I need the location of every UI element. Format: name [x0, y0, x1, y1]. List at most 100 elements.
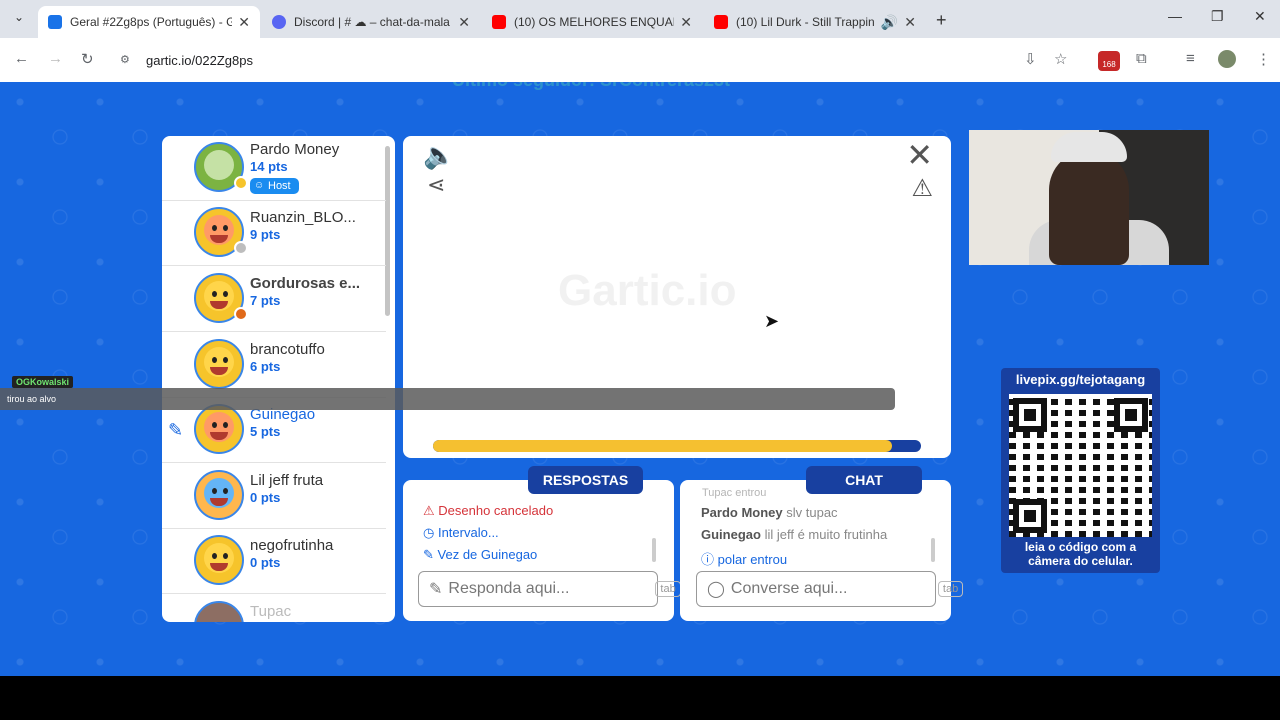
- player-points: 7 pts: [250, 293, 281, 308]
- site-info-icon[interactable]: ⚙: [120, 53, 134, 67]
- drawing-pencil-icon: ✎: [168, 420, 184, 440]
- close-icon[interactable]: ✕: [906, 136, 933, 174]
- share-icon[interactable]: ⋖: [427, 172, 445, 198]
- url-text: gartic.io/022Zg8ps: [146, 52, 253, 68]
- mouse-cursor-icon: ➤: [764, 311, 780, 331]
- tab-key-hint: tab: [937, 581, 964, 597]
- tab-youtube-2[interactable]: (10) Lil Durk - Still Trappin ft 🔊 ✕: [704, 6, 926, 38]
- players-list: Pardo Money 14 pts ☺ Host Ruanzin_BLO... …: [162, 136, 395, 622]
- discord-favicon-icon: [272, 15, 286, 29]
- gartic-page: Último seguidor: SrContreras23t Pardo Mo…: [0, 82, 1280, 676]
- answer-input[interactable]: [448, 580, 656, 598]
- close-tab-icon[interactable]: ✕: [458, 14, 470, 31]
- player-item: Pardo Money 14 pts ☺ Host: [162, 136, 386, 201]
- bookmark-star-icon[interactable]: ☆: [1054, 50, 1067, 68]
- reload-icon[interactable]: ↻: [81, 50, 94, 68]
- answer-message: ⚠ Desenho cancelado: [423, 503, 554, 518]
- alert-overlay-bar: [0, 388, 895, 410]
- player-name: Pardo Money: [250, 141, 340, 158]
- qr-code-image: [1009, 394, 1152, 537]
- host-badge: ☺ Host: [250, 178, 299, 194]
- tab-chat[interactable]: CHAT: [806, 466, 922, 494]
- livepix-qr-panel: livepix.gg/tejotagang leia o código com …: [1001, 368, 1160, 573]
- player-item: Ruanzin_BLO... 9 pts: [162, 201, 386, 266]
- answers-scrollbar[interactable]: [652, 538, 656, 562]
- install-app-icon[interactable]: ⇩: [1024, 50, 1037, 68]
- chat-scrollbar[interactable]: [931, 538, 935, 562]
- window-close-icon[interactable]: ✕: [1254, 8, 1266, 25]
- tab-gartic[interactable]: Geral #2Zg8ps (Português) - Ga ✕: [38, 6, 260, 38]
- pencil-icon: ✎: [429, 581, 443, 598]
- tab-title: (10) Lil Durk - Still Trappin ft: [736, 15, 877, 29]
- player-item: negofrutinha 0 pts: [162, 529, 386, 594]
- tab-key-hint: tab: [655, 581, 681, 597]
- player-points: 5 pts: [250, 424, 281, 439]
- qr-caption: leia o código com a câmera do celular.: [1024, 540, 1137, 568]
- player-name: Lil jeff fruta: [250, 472, 324, 489]
- chat-message-faded: Tupac entrou: [702, 487, 767, 499]
- info-icon: ⓘ: [701, 552, 715, 567]
- answer-message: ✎ Vez de Guinegao: [423, 547, 538, 562]
- minimize-icon[interactable]: —: [1168, 8, 1182, 24]
- tab-title: Geral #2Zg8ps (Português) - Ga: [70, 15, 233, 29]
- gartic-favicon-icon: [48, 15, 62, 29]
- back-icon[interactable]: ←: [14, 50, 29, 67]
- mute-speaker-icon[interactable]: 🔈: [423, 140, 455, 171]
- new-tab-button[interactable]: +: [936, 10, 947, 31]
- player-item: Lil jeff fruta 0 pts: [162, 464, 386, 529]
- avatar: [194, 339, 244, 389]
- canvas-watermark: Gartic.io: [558, 266, 737, 315]
- tab-answers[interactable]: RESPOSTAS: [528, 466, 643, 494]
- avatar: [194, 601, 244, 622]
- browser-menu-icon[interactable]: ⋮: [1256, 50, 1271, 68]
- extension-badge-icon[interactable]: 168: [1098, 51, 1120, 71]
- address-bar[interactable]: ⚙ gartic.io/022Zg8ps: [112, 45, 992, 75]
- media-control-icon[interactable]: ≡: [1186, 50, 1195, 67]
- player-points: 14 pts: [250, 159, 288, 174]
- player-item: Tupac: [162, 595, 386, 622]
- tab-search-icon[interactable]: ⌄: [10, 10, 28, 28]
- extensions-puzzle-icon[interactable]: ⧉: [1136, 50, 1147, 67]
- tab-title: (10) OS MELHORES ENQUADRO: [514, 15, 674, 29]
- player-points: 0 pts: [250, 555, 281, 570]
- player-name: Tupac: [250, 603, 292, 620]
- tab-youtube-1[interactable]: (10) OS MELHORES ENQUADRO ✕: [482, 6, 702, 38]
- last-follower-overlay: Último seguidor: SrContreras23t: [452, 82, 792, 91]
- player-name: brancotuffo: [250, 341, 325, 358]
- audio-playing-icon[interactable]: 🔊: [881, 14, 898, 31]
- browser-tab-bar: ⌄ Geral #2Zg8ps (Português) - Ga ✕ Disco…: [0, 0, 1280, 38]
- profile-avatar[interactable]: [1218, 50, 1236, 68]
- avatar: [194, 535, 244, 585]
- forward-icon[interactable]: →: [48, 50, 63, 67]
- close-tab-icon[interactable]: ✕: [238, 14, 250, 31]
- status-dot: [234, 307, 248, 321]
- chat-input[interactable]: [730, 580, 938, 598]
- pencil-icon: ✎: [423, 547, 434, 562]
- tab-title: Discord | # ☁ – chat-da-mala: [294, 15, 450, 29]
- chat-input-field: ◯ tab: [696, 571, 964, 607]
- report-warning-icon[interactable]: ⚠: [911, 174, 933, 203]
- alert-message: tirou ao alvo: [7, 394, 57, 404]
- player-name: negofrutinha: [250, 537, 334, 554]
- restore-icon[interactable]: ❐: [1211, 8, 1224, 25]
- warning-icon: ⚠: [423, 503, 435, 518]
- player-item: Gordurosas e... 7 pts: [162, 267, 386, 332]
- host-label: Host: [268, 180, 291, 192]
- tab-discord[interactable]: Discord | # ☁ – chat-da-mala ✕: [262, 6, 480, 38]
- player-points: 9 pts: [250, 227, 281, 242]
- player-points: 0 pts: [250, 490, 281, 505]
- round-timer-fill: [433, 440, 892, 452]
- player-name: Ruanzin_BLO...: [250, 209, 356, 226]
- qr-title: livepix.gg/tejotagang: [1015, 372, 1146, 387]
- chat-message: Pardo Money slv tupac: [701, 505, 838, 520]
- avatar: [194, 470, 244, 520]
- host-icon: ☺: [254, 180, 265, 191]
- status-dot: [234, 241, 248, 255]
- close-tab-icon[interactable]: ✕: [904, 14, 916, 31]
- chat-message: ⓘ polar entrou: [701, 552, 788, 567]
- chat-message: Guinegao lil jeff é muito frutinha: [701, 527, 888, 542]
- chat-bubble-icon: ◯: [707, 581, 725, 598]
- close-tab-icon[interactable]: ✕: [680, 14, 692, 31]
- answer-message: ◷ Intervalo...: [423, 525, 499, 540]
- player-name: Gordurosas e...: [250, 275, 361, 292]
